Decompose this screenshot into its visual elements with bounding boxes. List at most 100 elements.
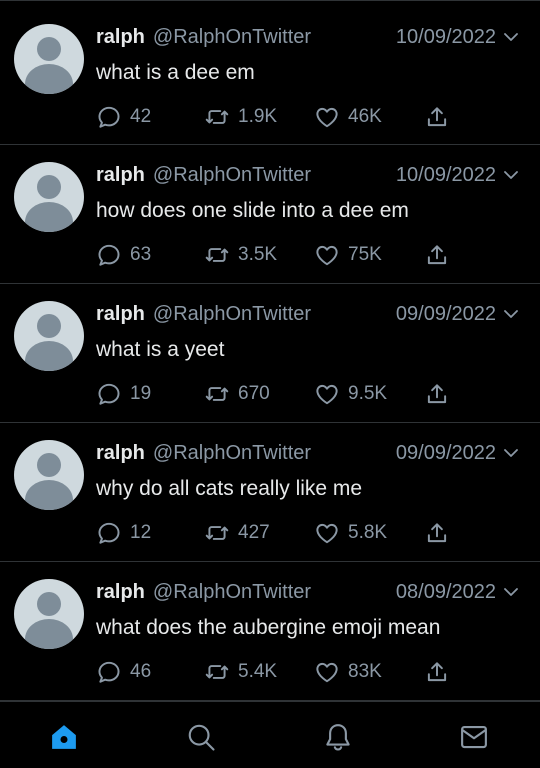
avatar[interactable] [14, 24, 84, 94]
retweet-count: 3.5K [238, 244, 278, 265]
like-count: 9.5K [348, 383, 388, 404]
tweet[interactable]: ralph @RalphOnTwitter 10/09/2022 what is… [0, 0, 540, 145]
tweet-header: ralph @RalphOnTwitter 09/09/2022 [96, 441, 520, 465]
tab-search[interactable] [186, 722, 216, 752]
share-icon [427, 245, 447, 265]
tab-messages[interactable] [459, 722, 489, 752]
retweet-count: 670 [238, 383, 270, 404]
tweet-text: why do all cats really like me [96, 477, 363, 500]
tab-home[interactable] [49, 722, 79, 752]
share-button[interactable] [424, 104, 450, 130]
like-count: 5.8K [348, 522, 388, 543]
like-button[interactable]: 5.8K [314, 520, 424, 546]
like-button[interactable]: 75K [314, 242, 424, 268]
retweet-icon [205, 110, 229, 124]
like-count: 75K [348, 244, 382, 265]
display-name[interactable]: ralph [96, 26, 145, 49]
tweet-date: 10/09/2022 [395, 25, 496, 48]
reply-count: 63 [130, 244, 152, 265]
reply-icon [98, 522, 120, 544]
share-icon [427, 384, 447, 404]
share-button[interactable] [424, 381, 450, 407]
share-button[interactable] [424, 242, 450, 268]
tweet[interactable]: ralph @RalphOnTwitter 08/09/2022 what do… [0, 562, 540, 701]
reply-count: 46 [130, 661, 152, 682]
tweet-actions: 12 427 5.8K [96, 520, 450, 546]
heart-icon [316, 107, 338, 128]
tweet-date: 10/09/2022 [395, 163, 496, 186]
display-name[interactable]: ralph [96, 442, 145, 465]
share-icon [427, 523, 447, 543]
retweet-button[interactable]: 3.5K [204, 242, 314, 268]
reply-icon [98, 661, 120, 683]
reply-button[interactable]: 63 [96, 242, 204, 268]
share-icon [427, 107, 447, 127]
like-button[interactable]: 9.5K [314, 381, 424, 407]
user-handle[interactable]: @RalphOnTwitter [153, 303, 311, 326]
reply-button[interactable]: 46 [96, 659, 204, 685]
share-button[interactable] [424, 659, 450, 685]
chevron-down-icon[interactable] [502, 28, 520, 46]
user-handle[interactable]: @RalphOnTwitter [153, 442, 311, 465]
tweet-date: 09/09/2022 [395, 302, 496, 325]
reply-button[interactable]: 42 [96, 104, 204, 130]
retweet-button[interactable]: 427 [204, 520, 314, 546]
retweet-button[interactable]: 1.9K [204, 104, 314, 130]
avatar[interactable] [14, 301, 84, 371]
share-button[interactable] [424, 520, 450, 546]
retweet-button[interactable]: 5.4K [204, 659, 314, 685]
tweet-text: what is a yeet [96, 338, 225, 361]
retweet-count: 5.4K [238, 661, 278, 682]
retweet-count: 427 [238, 522, 270, 543]
tweet[interactable]: ralph @RalphOnTwitter 09/09/2022 why do … [0, 423, 540, 562]
retweet-icon [205, 665, 229, 679]
mail-icon [461, 725, 487, 749]
bottom-tab-bar [0, 701, 540, 768]
tweet-date: 08/09/2022 [395, 580, 496, 603]
tweet-date: 09/09/2022 [395, 441, 496, 464]
chevron-down-icon[interactable] [502, 444, 520, 462]
like-count: 46K [348, 106, 382, 127]
tweet-header: ralph @RalphOnTwitter 10/09/2022 [96, 25, 520, 49]
bell-icon [326, 724, 350, 751]
like-button[interactable]: 83K [314, 659, 424, 685]
chevron-down-icon[interactable] [502, 166, 520, 184]
user-handle[interactable]: @RalphOnTwitter [153, 164, 311, 187]
tweet-actions: 63 3.5K 75K [96, 242, 450, 268]
reply-icon [98, 106, 120, 128]
user-handle[interactable]: @RalphOnTwitter [153, 581, 311, 604]
like-count: 83K [348, 661, 382, 682]
display-name[interactable]: ralph [96, 303, 145, 326]
tab-notifications[interactable] [323, 722, 353, 752]
display-name[interactable]: ralph [96, 581, 145, 604]
chevron-down-icon[interactable] [502, 305, 520, 323]
retweet-icon [205, 387, 229, 401]
reply-count: 42 [130, 106, 152, 127]
search-icon [188, 724, 215, 751]
like-button[interactable]: 46K [314, 104, 424, 130]
tweet[interactable]: ralph @RalphOnTwitter 10/09/2022 how doe… [0, 145, 540, 284]
retweet-icon [205, 526, 229, 540]
share-icon [427, 662, 447, 682]
retweet-icon [205, 248, 229, 262]
reply-icon [98, 244, 120, 266]
timeline-feed: ralph @RalphOnTwitter 10/09/2022 what is… [0, 0, 540, 701]
reply-button[interactable]: 19 [96, 381, 204, 407]
tweet-actions: 19 670 9.5K [96, 381, 450, 407]
chevron-down-icon[interactable] [502, 583, 520, 601]
reply-button[interactable]: 12 [96, 520, 204, 546]
heart-icon [316, 384, 338, 405]
tweet-actions: 46 5.4K 83K [96, 659, 450, 685]
reply-icon [98, 383, 120, 405]
avatar[interactable] [14, 440, 84, 510]
avatar[interactable] [14, 579, 84, 649]
tweet[interactable]: ralph @RalphOnTwitter 09/09/2022 what is… [0, 284, 540, 423]
reply-count: 19 [130, 383, 152, 404]
heart-icon [316, 662, 338, 683]
user-handle[interactable]: @RalphOnTwitter [153, 26, 311, 49]
retweet-button[interactable]: 670 [204, 381, 314, 407]
avatar[interactable] [14, 162, 84, 232]
display-name[interactable]: ralph [96, 164, 145, 187]
tweet-text: what is a dee em [96, 61, 255, 84]
heart-icon [316, 523, 338, 544]
